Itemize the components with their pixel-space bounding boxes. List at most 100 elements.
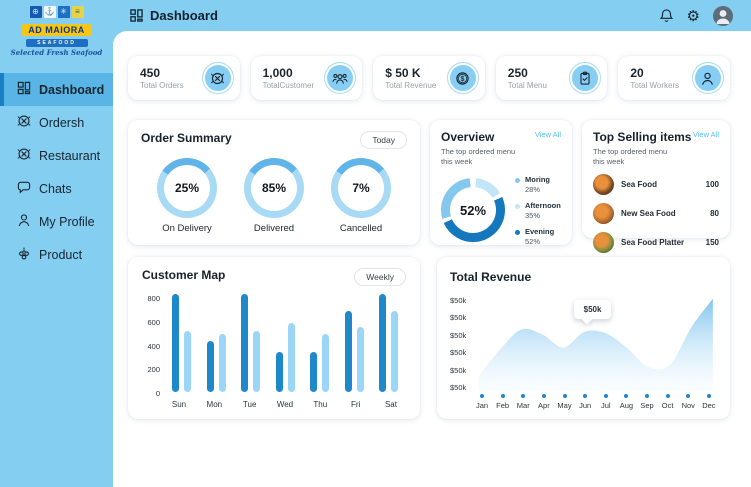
sidebar-item-my-profile[interactable]: My Profile	[0, 205, 113, 238]
x-tick-label: May	[557, 401, 572, 410]
month-oct: Oct	[660, 394, 676, 410]
menu-clipboard-icon	[569, 62, 602, 94]
grid-icon	[17, 81, 31, 98]
month-nov: Nov	[680, 394, 696, 410]
profile-icon	[17, 213, 31, 230]
bar-group-thu	[310, 334, 329, 392]
legend-dot	[515, 229, 520, 235]
month-dec: Dec	[701, 394, 717, 410]
overview-legend: Moring 28% Afternoon 35% Evening 52%	[515, 175, 561, 246]
sidebar-item-label: My Profile	[39, 214, 95, 229]
topbar: Dashboard ⚙	[113, 0, 751, 31]
bar-primary	[344, 311, 352, 392]
data-point-dot	[480, 394, 484, 398]
y-tick-label: $50k	[450, 296, 467, 305]
dollar-coin-icon: $	[446, 62, 479, 94]
y-tick-label: 800	[147, 294, 160, 303]
y-tick-label: 200	[147, 365, 160, 375]
x-tick-label: Thu	[313, 400, 328, 409]
donut-ring: 25%	[157, 158, 217, 218]
overview-view-all-link[interactable]: View All	[535, 130, 561, 139]
food-image	[593, 174, 614, 196]
data-point-dot	[521, 394, 526, 398]
legend-dot	[515, 178, 520, 184]
logo-icon-row: ⊕ ⚓ ✳ ≡	[0, 6, 113, 18]
data-point-dot	[541, 394, 546, 398]
donut-label: On Delivery	[162, 223, 212, 234]
list-item[interactable]: Sea Food 100	[593, 174, 719, 196]
gear-icon[interactable]: ⚙	[687, 7, 700, 25]
legend-label: Evening	[525, 226, 555, 236]
stat-value: $ 50 K	[385, 65, 421, 80]
x-tick-label: Nov	[681, 401, 695, 410]
bar-secondary	[253, 331, 260, 392]
main-content: 450 Total Orders 1,000 TotalCustomer $ 50 KT…	[113, 31, 751, 487]
svg-text:$: $	[461, 76, 465, 83]
bar-secondary	[322, 334, 329, 392]
donut-label: Delivered	[253, 223, 295, 234]
data-point-dot	[686, 394, 691, 398]
sidebar-item-ordersh[interactable]: Ordersh	[0, 106, 113, 139]
legend-label: Afternoon	[525, 201, 561, 210]
avatar[interactable]	[713, 5, 733, 26]
donut-percent: 25%	[164, 165, 210, 211]
bell-icon[interactable]	[659, 8, 674, 23]
item-quantity: 80	[710, 209, 719, 219]
x-tick-label: Jul	[600, 401, 611, 410]
dish-icon	[17, 147, 31, 164]
stat-card-total-workers: 20 Total Workers	[618, 56, 730, 100]
month-aug: Aug	[618, 394, 634, 410]
sidebar-item-product[interactable]: Product	[0, 238, 113, 271]
sidebar-item-dashboard[interactable]: Dashboard	[0, 73, 113, 106]
revenue-chart: $50k $50k $50k $50k $50k $50k $50k Jan F…	[450, 292, 717, 410]
bar-secondary	[356, 327, 364, 392]
today-filter-button[interactable]: Today	[360, 131, 407, 149]
food-image	[593, 232, 614, 254]
bar-primary	[379, 294, 386, 392]
sidebar-item-chats[interactable]: Chats	[0, 172, 113, 205]
octopus-icon: ✳	[57, 6, 70, 18]
donut-ring: 7%	[331, 158, 391, 218]
top-selling-card: Top Selling items View All The top order…	[582, 120, 730, 254]
y-tick-label: 0	[155, 389, 160, 398]
revenue-y-axis: $50k $50k $50k $50k $50k $50k	[450, 292, 474, 392]
x-tick-label: Mon	[206, 400, 223, 409]
stat-value: 450	[140, 65, 161, 80]
stat-card-total-orders: 450 Total Orders	[128, 56, 240, 100]
x-tick-label: Mar	[516, 401, 530, 410]
bar-primary	[206, 341, 214, 392]
stat-label: Total Menu	[507, 80, 547, 90]
stat-label: TotalCustomer	[262, 80, 315, 90]
bar-group-fri	[344, 311, 364, 392]
x-tick-label: Fri	[350, 400, 361, 409]
bar-group-sun	[172, 294, 191, 392]
stat-text: 250 Total Menu	[508, 66, 547, 91]
page-title: Dashboard	[130, 8, 218, 23]
y-tick-label: $50k	[450, 330, 467, 340]
weekly-filter-button[interactable]: Weekly	[354, 268, 406, 286]
donut-percent: 85%	[251, 165, 297, 211]
sidebar-item-label: Dashboard	[39, 82, 105, 97]
order-summary-donuts: 25% On Delivery 85% Delivered 7% Cancelled	[141, 158, 407, 234]
x-tick-label: Sun	[171, 400, 187, 409]
overview-card: Overview View All The top ordered menu t…	[430, 120, 572, 246]
sidebar-item-restaurant[interactable]: Restaurant	[0, 139, 113, 172]
legend-label: Moring	[525, 175, 550, 185]
y-tick-label: $50k	[450, 348, 467, 358]
x-tick-label: Dec	[702, 401, 716, 410]
x-tick-label: Jun	[579, 401, 592, 410]
stat-text: 20 Total Workers	[630, 66, 679, 91]
top-selling-view-all-link[interactable]: View All	[693, 130, 719, 139]
top-selling-list: Sea Food 100 New Sea Food 80 Sea Food Platte…	[593, 174, 719, 254]
data-point-dot	[500, 394, 505, 398]
y-tick-label: $50k	[450, 382, 467, 392]
list-item[interactable]: Sea Food Platter 150	[593, 232, 719, 254]
legend-text: Evening 52%	[525, 227, 554, 246]
total-revenue-card: Total Revenue $50k $50k $50k $50k $50k $50k	[437, 257, 730, 419]
month-mar: Mar	[515, 394, 531, 410]
data-point-dot	[706, 394, 711, 398]
sidebar-item-label: Product	[39, 247, 83, 262]
stat-label: Total Revenue	[385, 80, 437, 90]
x-tick-label: Aug	[619, 401, 634, 410]
list-item[interactable]: New Sea Food 80	[593, 203, 719, 225]
